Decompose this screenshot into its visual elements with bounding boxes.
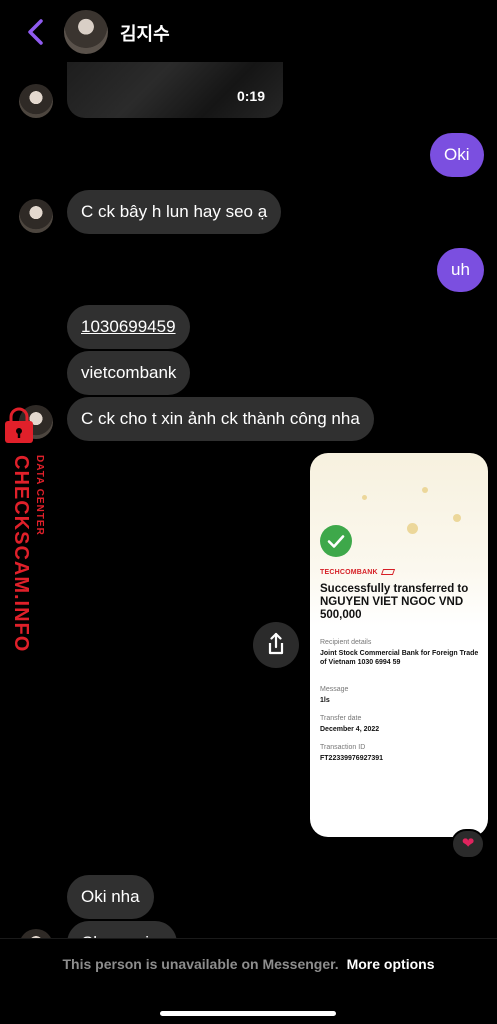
transaction-label: Transaction ID xyxy=(320,744,366,751)
date-value: December 4, 2022 xyxy=(320,726,380,733)
coin-decoration xyxy=(407,523,418,534)
message-incoming[interactable]: vietcombank xyxy=(67,351,191,395)
contact-avatar[interactable] xyxy=(64,10,108,54)
video-duration: 0:19 xyxy=(236,88,265,104)
recipient-label: Recipient details xyxy=(320,639,372,646)
bank-logo: TECHCOMBANK xyxy=(320,569,395,576)
chat-header: 김지수 xyxy=(0,0,497,62)
coin-decoration xyxy=(362,495,367,500)
heart-reaction-icon[interactable]: ❤ xyxy=(451,829,485,859)
lock-icon xyxy=(5,407,33,443)
video-message[interactable]: 0:19 xyxy=(67,58,283,118)
success-check-icon xyxy=(320,525,352,557)
sender-avatar[interactable] xyxy=(19,84,53,118)
message-outgoing[interactable]: Oki xyxy=(430,133,484,177)
sender-avatar[interactable] xyxy=(19,199,53,233)
date-label: Transfer date xyxy=(320,715,362,722)
coin-decoration xyxy=(422,487,428,493)
watermark-text: CHECKSCAM.INFO xyxy=(10,455,32,653)
watermark-subtext: DATA CENTER xyxy=(34,455,45,536)
transfer-receipt-image[interactable]: TECHCOMBANK Successfully transferred to … xyxy=(310,453,488,837)
message-label: Message xyxy=(320,686,349,693)
transaction-value: FT22339976927391 xyxy=(320,755,384,762)
message-incoming[interactable]: C ck bây h lun hay seo ạ xyxy=(67,190,282,234)
more-options-button[interactable]: More options xyxy=(347,956,435,972)
home-indicator[interactable] xyxy=(160,1011,336,1016)
receipt-title: Successfully transferred to NGUYEN VIET … xyxy=(320,583,469,621)
share-button[interactable] xyxy=(253,622,299,668)
unavailable-footer: This person is unavailable on Messenger.… xyxy=(0,938,497,1024)
recipient-value: Joint Stock Commercial Bank for Foreign … xyxy=(320,650,479,666)
contact-name[interactable]: 김지수 xyxy=(120,20,170,46)
message-incoming-account-number[interactable]: 1030699459 xyxy=(67,305,190,349)
message-incoming[interactable]: C ck cho t xin ảnh ck thành công nha xyxy=(67,397,374,441)
coin-decoration xyxy=(453,514,461,522)
message-incoming[interactable]: Oki nha xyxy=(67,875,154,919)
unavailable-text: This person is unavailable on Messenger. xyxy=(62,956,339,972)
share-icon xyxy=(268,632,284,655)
back-arrow-icon[interactable] xyxy=(22,16,50,48)
message-outgoing[interactable]: uh xyxy=(437,248,484,292)
message-value: 1ls xyxy=(320,697,330,704)
